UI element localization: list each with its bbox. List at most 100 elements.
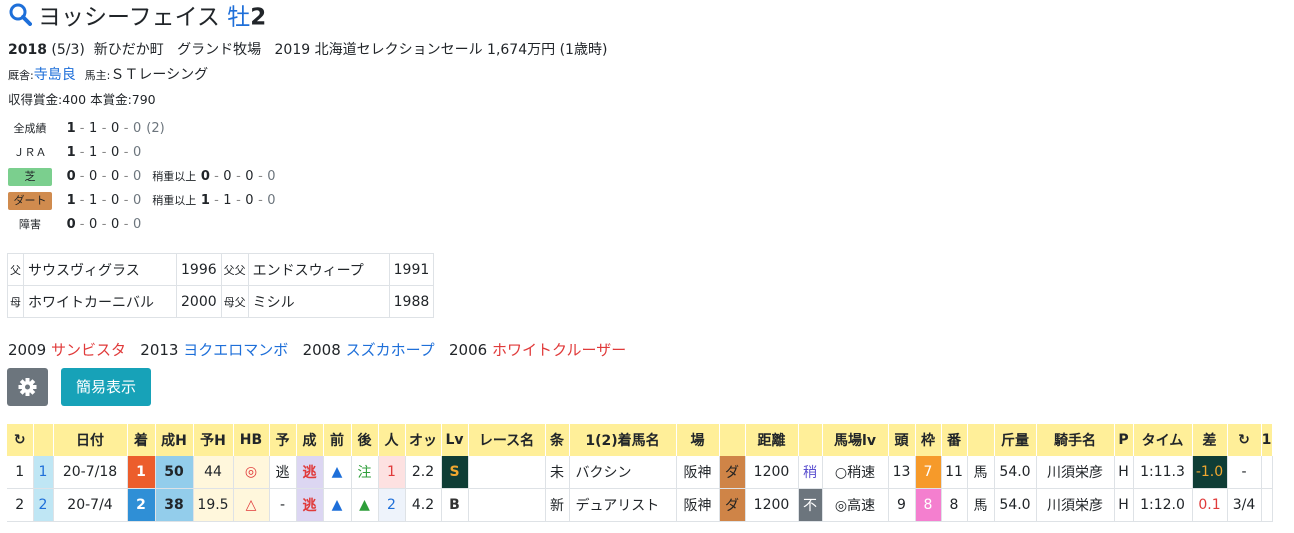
col-header[interactable]: Lv [441,424,469,456]
refresh-icon[interactable]: ↻ [1227,424,1262,456]
col-header[interactable]: 騎手名 [1036,424,1115,456]
results-header: ↻ 日付 着 成H 予H HB 予 成 前 後 人 オッ Lv レース名 条 1… [7,424,1273,456]
jockey-name[interactable]: 川須栄彦 [1036,488,1115,522]
record-value: 1 [66,121,76,136]
race-date[interactable]: 20-7/18 [53,456,128,489]
extra-col [1261,456,1273,489]
record-value: 1 [200,193,210,208]
pedigree-key: 父 [7,253,24,286]
col-header[interactable]: 番 [941,424,968,456]
record-value: 0 [245,193,254,208]
col-header[interactable]: 人 [378,424,406,456]
sibling-link[interactable]: ホワイトクルーザー [492,341,626,359]
col-header[interactable]: 予H [193,424,234,456]
going-badge: 不 [798,488,823,522]
record-value: 0 [245,169,254,184]
distance: 1200 [745,456,799,489]
col-header[interactable]: 成H [155,424,194,456]
col-header[interactable]: 予 [269,424,297,456]
col-header[interactable]: 条 [545,424,570,456]
pace: H [1114,488,1134,522]
pred-h: 19.5 [193,488,234,522]
col-header[interactable]: 斤量 [994,424,1037,456]
record-value: 0 [66,169,76,184]
col-header[interactable]: 日付 [53,424,128,456]
sibling-link[interactable]: サンビスタ [51,341,126,359]
jockey-name[interactable]: 川須栄彦 [1036,456,1115,489]
winner-name[interactable]: デュアリスト [569,488,677,522]
table-row[interactable]: 1 1 20-7/18 1 50 44 ◎ 逃 逃 ▲ 注 1 2.2 S 未 … [7,456,1273,489]
record-value: 0 [89,217,98,232]
col-header[interactable]: HB [233,424,270,456]
table-row[interactable]: 2 2 20-7/4 2 38 19.5 △ - 逃 ▲ ▲ 2 4.2 B 新… [7,488,1273,522]
actual-style: 逃 [296,488,324,522]
racecourse: 阪神 [676,488,720,522]
col-header: 1 [1261,424,1273,456]
search-icon[interactable] [8,2,32,34]
col-header[interactable]: 距離 [745,424,799,456]
horse-sex: 牡 [227,4,251,31]
sire-sire-name: エンドスウィープ [247,253,390,286]
pedigree-key: 母父 [220,285,249,318]
refresh-icon[interactable]: ↻ [7,424,34,456]
record-value: 0 [133,193,142,208]
field-size: 9 [888,488,916,522]
record-value: 1 [66,145,76,160]
col-header[interactable]: オッ [405,424,442,456]
pred-style: - [269,488,297,522]
col-header[interactable]: 差 [1192,424,1228,456]
gear-icon [18,378,37,396]
settings-button[interactable] [7,368,48,406]
gate-badge: 8 [915,488,942,522]
hb-mark: △ [233,488,270,522]
dam-name: ホワイトカーニバル [23,285,177,318]
col-header[interactable]: 場 [676,424,720,456]
col-header[interactable]: 頭 [888,424,916,456]
earnings: 収得賞金:400 [8,92,87,107]
dam-sire-name: ミシル [247,285,390,318]
record-jump: 障害 0-0-0-0 [8,216,142,234]
record-value: 1 [89,193,98,208]
rear-mark: 注 [351,456,379,489]
col-header[interactable]: レース名 [468,424,546,456]
owner: ＳＴレーシング [110,67,209,83]
profile-line: 2018 (5/3) 新ひだか町 グランド牧場 2019 北海道セレクションセー… [8,39,607,59]
record-value: 0 [267,193,276,208]
record-value: 0 [223,169,232,184]
pedigree-year: 1988 [388,285,435,318]
col-header[interactable]: タイム [1133,424,1193,456]
col-header[interactable]: 成 [296,424,324,456]
record-value: 0 [133,217,142,232]
col-header [967,424,995,456]
col-header[interactable]: 1(2)着馬名 [569,424,677,456]
race-name[interactable] [468,456,546,489]
race-date[interactable]: 20-7/4 [53,488,128,522]
winner-name[interactable]: バクシン [569,456,677,489]
prize: 本賞金:790 [90,92,156,107]
trainer-link[interactable]: 寺島良 [34,67,76,83]
col-header[interactable]: 馬場lv [822,424,889,456]
sibling-link[interactable]: ヨクエロマンボ [183,341,288,359]
rear-mark: ▲ [351,488,379,522]
record-turf: 芝 0-0-0-0 稍重以上 0-0-0-0 [8,168,276,186]
race-class: 新 [545,488,570,522]
row-link[interactable]: 2 [33,488,54,522]
col-header[interactable]: 着 [127,424,156,456]
surface-badge: ダ [719,488,746,522]
col-header[interactable]: 後 [351,424,379,456]
earnings-line: 収得賞金:400 本賞金:790 [8,89,156,108]
odds: 4.2 [405,488,442,522]
sibling-link[interactable]: スズカホープ [346,341,435,359]
horse-age: 2 [250,4,267,31]
simple-view-button[interactable]: 簡易表示 [61,368,151,406]
record-sub-label: 稍重以上 [152,194,197,207]
col-header[interactable]: 枠 [915,424,942,456]
row-link[interactable]: 1 [33,456,54,489]
front-mark: ▲ [323,488,352,522]
col-header[interactable]: P [1114,424,1134,456]
col-header [798,424,823,456]
race-name[interactable] [468,488,546,522]
birth-date: (5/3) [51,42,85,58]
record-value: 0 [267,169,276,184]
col-header[interactable]: 前 [323,424,352,456]
